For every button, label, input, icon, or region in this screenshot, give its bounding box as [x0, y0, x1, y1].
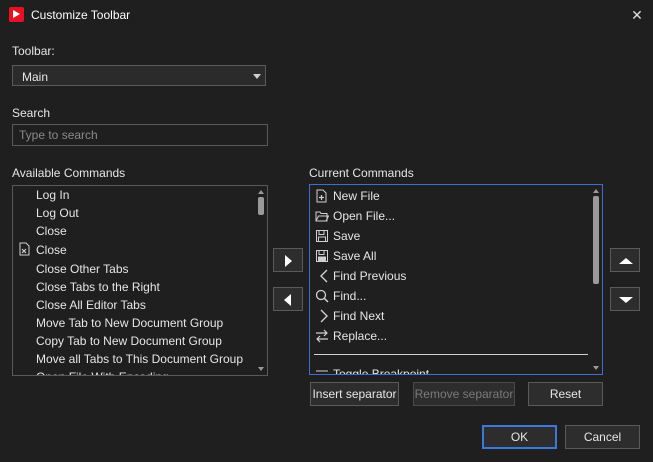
scroll-down-icon[interactable] [258, 367, 264, 371]
list-item[interactable]: Open File With Encoding... [36, 368, 179, 375]
arrow-down-icon [619, 297, 633, 303]
move-up-button[interactable] [610, 248, 640, 272]
insert-separator-button[interactable]: Insert separator [310, 382, 399, 406]
chevron-down-icon [253, 74, 261, 79]
app-logo-icon [9, 7, 24, 22]
list-item[interactable]: Find Previous [333, 267, 406, 285]
list-item[interactable]: Move Tab to New Document Group [36, 314, 223, 332]
scroll-up-icon[interactable] [593, 189, 599, 193]
scroll-thumb[interactable] [593, 196, 599, 284]
current-commands-list[interactable]: New File Open File... Save Save All Find… [309, 184, 603, 375]
available-commands-label: Available Commands [12, 166, 126, 180]
arrow-up-icon [619, 258, 633, 264]
scroll-thumb[interactable] [258, 197, 264, 215]
available-commands-list[interactable]: Log In Log Out Close Close Close Other T… [12, 185, 268, 376]
current-scrollbar[interactable] [590, 185, 602, 374]
close-icon[interactable]: ✕ [626, 4, 648, 26]
arrow-right-icon [285, 255, 292, 267]
separator-item[interactable] [314, 354, 588, 355]
close-file-icon [19, 242, 30, 256]
list-item[interactable]: Log In [36, 186, 69, 204]
folder-open-icon [315, 211, 329, 222]
save-all-icon [316, 250, 328, 262]
breakpoint-icon [316, 370, 328, 372]
move-down-button[interactable] [610, 287, 640, 311]
list-item[interactable]: Open File... [333, 207, 395, 225]
list-item[interactable]: Find... [333, 287, 366, 305]
list-item[interactable]: New File [333, 187, 380, 205]
search-icon [315, 289, 329, 303]
remove-separator-button[interactable]: Remove separator [413, 382, 515, 406]
window-title: Customize Toolbar [31, 8, 131, 22]
search-label: Search [12, 106, 51, 120]
list-item[interactable]: Close [36, 241, 67, 259]
list-item[interactable]: Move all Tabs to This Document Group [36, 350, 243, 368]
available-scrollbar[interactable] [255, 186, 267, 375]
list-item[interactable]: Log Out [36, 204, 79, 222]
reset-button[interactable]: Reset [528, 382, 603, 406]
chevron-right-icon [320, 309, 328, 323]
scroll-up-icon[interactable] [258, 190, 264, 194]
list-item[interactable]: Toggle Breakpoint [333, 365, 429, 374]
list-item[interactable]: Close Tabs to the Right [36, 278, 160, 296]
add-command-button[interactable] [273, 248, 303, 272]
list-item[interactable]: Save All [333, 247, 376, 265]
arrow-left-icon [284, 294, 291, 306]
replace-icon [316, 329, 328, 343]
list-item[interactable]: Replace... [333, 327, 387, 345]
title-bar: Customize Toolbar ✕ [0, 0, 653, 30]
ok-button[interactable]: OK [482, 425, 557, 449]
list-item[interactable]: Close All Editor Tabs [36, 296, 146, 314]
list-item[interactable]: Find Next [333, 307, 384, 325]
current-commands-label: Current Commands [309, 166, 414, 180]
toolbar-select[interactable]: Main [12, 65, 266, 86]
cancel-button[interactable]: Cancel [565, 425, 640, 449]
save-icon [316, 230, 328, 242]
list-item[interactable]: Close Other Tabs [36, 260, 129, 278]
chevron-left-icon [320, 269, 328, 283]
list-item[interactable]: Close [36, 222, 67, 240]
list-item[interactable]: Save [333, 227, 360, 245]
search-input[interactable] [12, 124, 268, 146]
toolbar-label: Toolbar: [12, 44, 55, 58]
list-item[interactable]: Copy Tab to New Document Group [36, 332, 222, 350]
toolbar-select-value: Main [22, 70, 49, 84]
scroll-down-icon[interactable] [593, 366, 599, 370]
new-file-icon [316, 189, 327, 203]
remove-command-button[interactable] [273, 287, 303, 311]
